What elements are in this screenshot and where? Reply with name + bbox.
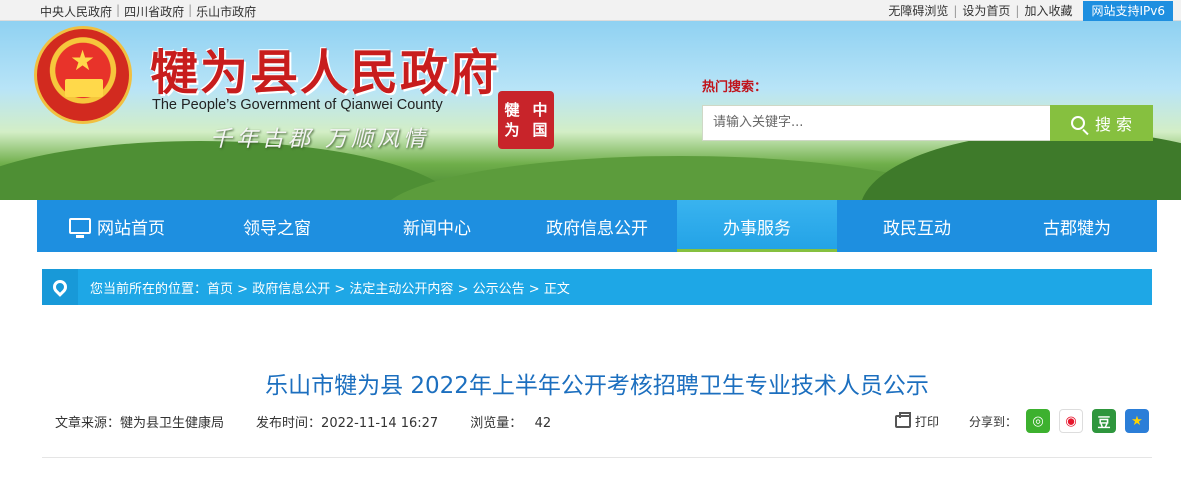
seal-logo: 犍 中 为 国 [498, 91, 554, 149]
add-favorite-link[interactable]: 加入收藏 [1019, 2, 1077, 19]
article-meta: 文章来源：犍为县卫生健康局 发布时间：2022-11-14 16:27 浏览量：… [55, 412, 583, 431]
top-bar: 中央人民政府 | 四川省政府 | 乐山市政府 无障碍浏览 | 设为首页 | 加入… [0, 0, 1181, 21]
site-title-english: The People’s Government of Qianwei Count… [152, 97, 443, 113]
main-nav: 网站首页 领导之窗 新闻中心 政府信息公开 办事服务 政民互动 古郡犍为 [37, 200, 1157, 252]
wechat-share-icon[interactable]: ◎ [1026, 409, 1050, 433]
publish-value: 2022-11-14 16:27 [321, 416, 439, 431]
print-button[interactable]: 打印 [915, 413, 939, 430]
slogan: 千年古郡 万顺风情 [210, 127, 429, 152]
search-input[interactable]: 请输入关键字... [702, 105, 1052, 141]
nav-item-label: 政民互动 [883, 218, 951, 239]
breadcrumb-current: 正文 [543, 281, 570, 297]
breadcrumb-text: 您当前所在的位置：首页 > 政府信息公开 > 法定主动公开内容 > 公示公告 >… [90, 278, 570, 297]
breadcrumb-home[interactable]: 首页 [207, 282, 233, 297]
nav-item-label: 新闻中心 [403, 218, 471, 239]
nav-item-interaction[interactable]: 政民互动 [837, 200, 997, 252]
qzone-share-icon[interactable]: ★ [1125, 409, 1149, 433]
seal-char: 犍 [504, 101, 520, 119]
seal-char: 中 [532, 101, 548, 119]
breadcrumb-prefix: 您当前所在的位置： [90, 281, 208, 297]
nav-item-label: 古郡犍为 [1043, 218, 1111, 239]
hot-search-label: 热门搜索： [702, 80, 768, 95]
monitor-icon [69, 218, 91, 238]
breadcrumb-separator: > [457, 281, 469, 297]
seal-char: 国 [532, 121, 548, 139]
breadcrumb-announcements[interactable]: 公示公告 [473, 282, 525, 297]
article-source: 文章来源：犍为县卫生健康局 [55, 412, 224, 431]
nav-item-label: 网站首页 [97, 218, 165, 239]
search-button[interactable]: 搜 索 [1050, 105, 1153, 141]
nav-item-services[interactable]: 办事服务 [677, 200, 837, 252]
set-homepage-link[interactable]: 设为首页 [957, 2, 1015, 19]
breadcrumb: 您当前所在的位置：首页 > 政府信息公开 > 法定主动公开内容 > 公示公告 >… [42, 269, 1152, 305]
nav-item-label: 政府信息公开 [546, 218, 648, 239]
site-title[interactable]: 犍为县人民政府 [150, 33, 500, 103]
publish-label: 发布时间： [256, 416, 322, 431]
header-banner: ★ 犍为县人民政府 The People’s Government of Qia… [0, 21, 1181, 200]
source-label: 文章来源： [55, 416, 121, 431]
nav-item-news[interactable]: 新闻中心 [357, 200, 517, 252]
nav-item-label: 办事服务 [723, 218, 791, 239]
article-title: 乐山市犍为县 2022年上半年公开考核招聘卫生专业技术人员公示 [265, 373, 929, 399]
print-icon[interactable] [894, 411, 911, 428]
nav-item-label: 领导之窗 [243, 218, 311, 239]
ipv6-badge: 网站支持IPv6 [1083, 0, 1173, 21]
breadcrumb-statutory[interactable]: 法定主动公开内容 [349, 282, 453, 297]
link-sichuan-gov[interactable]: 四川省政府 [120, 3, 188, 20]
location-pin-icon [42, 269, 78, 305]
article-views: 浏览量： 42 [470, 412, 551, 431]
views-value: 42 [534, 416, 552, 431]
nav-item-gov-info[interactable]: 政府信息公开 [517, 200, 677, 252]
source-value: 犍为县卫生健康局 [120, 416, 225, 431]
share-area: 打印 分享到： ◎ ◉ 豆 ★ [894, 409, 1149, 433]
views-label: 浏览量： [470, 416, 523, 431]
weibo-share-icon[interactable]: ◉ [1059, 409, 1083, 433]
search-icon [1070, 116, 1085, 130]
breadcrumb-separator: > [334, 281, 346, 297]
seal-char: 为 [504, 121, 520, 139]
gate-icon [65, 79, 103, 97]
nav-item-leadership[interactable]: 领导之窗 [197, 200, 357, 252]
meta-divider [42, 457, 1152, 458]
content-area: 您当前所在的位置：首页 > 政府信息公开 > 法定主动公开内容 > 公示公告 >… [37, 252, 1157, 491]
breadcrumb-gov-info[interactable]: 政府信息公开 [252, 282, 330, 297]
article-publish-time: 发布时间：2022-11-14 16:27 [256, 412, 438, 431]
star-icon: ★ [70, 44, 96, 77]
nav-item-home[interactable]: 网站首页 [37, 200, 197, 252]
breadcrumb-separator: > [237, 281, 249, 297]
douban-share-icon[interactable]: 豆 [1092, 409, 1116, 433]
national-emblem-icon: ★ [34, 26, 132, 124]
link-leshan-gov[interactable]: 乐山市政府 [192, 3, 260, 20]
banner-scenery [860, 131, 1181, 200]
top-links-left: 中央人民政府 | 四川省政府 | 乐山市政府 [36, 3, 260, 20]
top-links-right: 无障碍浏览 | 设为首页 | 加入收藏 网站支持IPv6 [883, 0, 1173, 21]
nav-item-qianwei[interactable]: 古郡犍为 [997, 200, 1157, 252]
search-button-label: 搜 索 [1094, 115, 1133, 134]
breadcrumb-separator: > [528, 281, 540, 297]
share-label: 分享到： [968, 414, 1017, 429]
link-central-gov[interactable]: 中央人民政府 [36, 3, 116, 20]
accessibility-link[interactable]: 无障碍浏览 [883, 2, 953, 19]
